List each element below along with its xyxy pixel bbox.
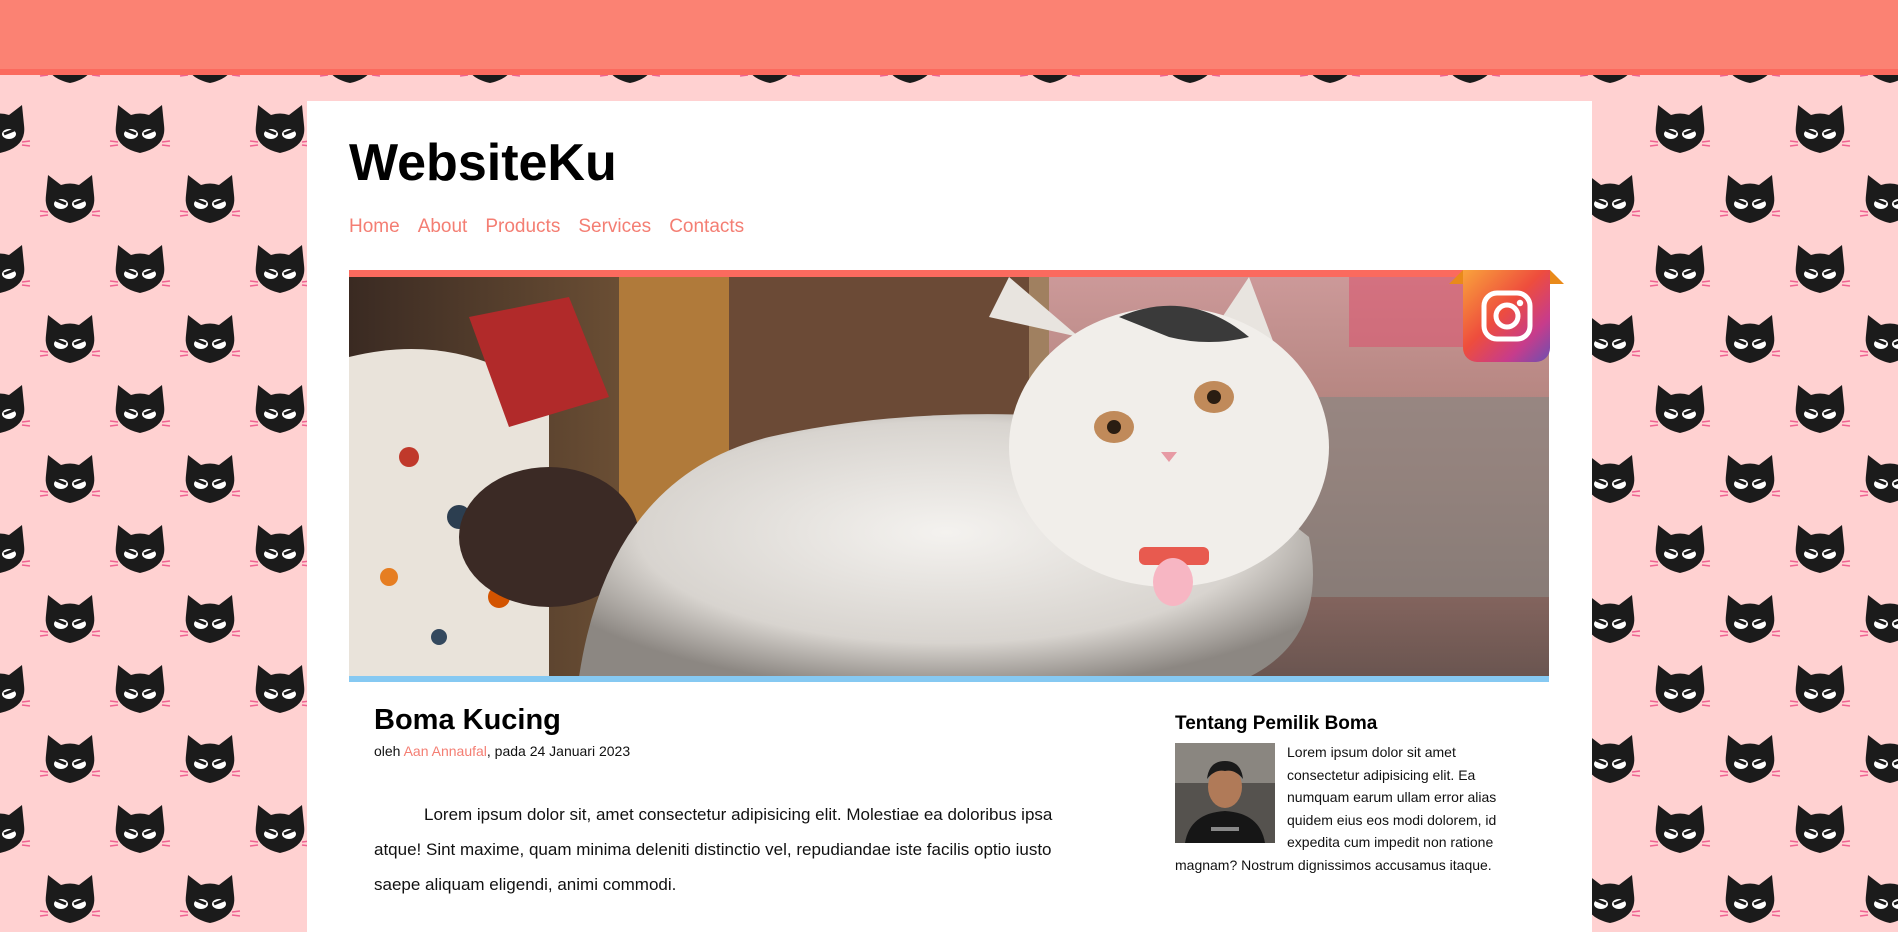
- main-nav: Home About Products Services Contacts: [349, 216, 744, 238]
- badge-fold-left: [1449, 270, 1463, 284]
- instagram-icon: [1481, 290, 1532, 342]
- instagram-badge[interactable]: [1463, 270, 1550, 362]
- hero-image: [349, 270, 1549, 682]
- nav-item-contacts[interactable]: Contacts: [669, 216, 744, 238]
- article-title: Boma Kucing: [374, 704, 561, 736]
- article: Boma Kucing oleh Aan Annaufal, pada 24 J…: [374, 704, 1094, 902]
- byline-prefix: oleh: [374, 742, 404, 759]
- nav-item-products[interactable]: Products: [485, 216, 560, 238]
- site-title: WebsiteKu: [349, 134, 617, 192]
- author-link[interactable]: Aan Annaufal: [404, 743, 487, 759]
- top-bar: [0, 0, 1898, 75]
- sidebar: Tentang Pemilik Boma Lorem ipsum dolor s…: [1175, 713, 1525, 877]
- article-body: Lorem ipsum dolor sit, amet consectetur …: [374, 804, 1053, 894]
- nav-item-home[interactable]: Home: [349, 216, 400, 238]
- avatar: [1175, 743, 1275, 843]
- byline-date: , pada 24 Januari 2023: [486, 742, 631, 759]
- badge-fold-right: [1550, 270, 1564, 284]
- page-container: WebsiteKu Home About Products Services C…: [307, 101, 1592, 932]
- article-byline: oleh Aan Annaufal, pada 24 Januari 2023: [374, 743, 1094, 759]
- sidebar-title: Tentang Pemilik Boma: [1175, 713, 1378, 734]
- nav-item-about[interactable]: About: [418, 216, 468, 238]
- nav-item-services[interactable]: Services: [578, 216, 651, 238]
